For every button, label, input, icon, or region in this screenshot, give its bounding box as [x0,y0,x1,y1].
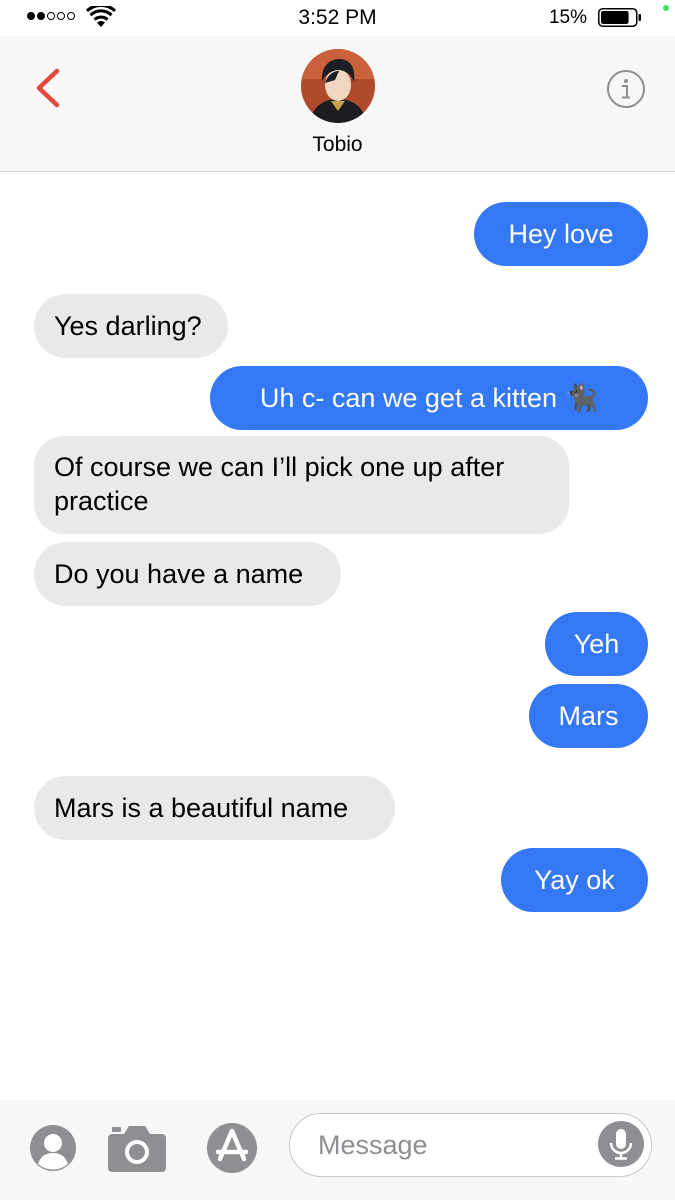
message-field[interactable] [289,1113,652,1177]
message-bubble-received[interactable]: Yes darling? [34,294,228,358]
contact-avatar[interactable] [301,49,375,123]
message-bubble-sent[interactable]: Yay ok [501,848,648,912]
message-bubble-received[interactable]: Mars is a beautiful name [34,776,395,840]
message-bubble-received[interactable]: Of course we can I’ll pick one up after … [34,436,569,534]
battery-icon [598,8,641,27]
info-icon[interactable] [606,69,646,109]
battery-percentage: 15% [548,7,587,28]
message-bubble-sent[interactable]: Uh c- can we get a kitten 🐈‍⬛ [210,366,648,430]
status-bar: 3:52 PM 15% [0,0,675,36]
battery-level-fill [601,11,629,24]
app-store-icon[interactable] [201,1122,263,1174]
contact-name[interactable]: Tobio [0,133,675,157]
message-bubble-received[interactable]: Do you have a name [34,542,341,606]
message-bubble-sent[interactable]: Hey love [474,202,648,266]
message-input-bar [0,1100,675,1200]
microphone-icon[interactable] [598,1121,644,1167]
camera-icon[interactable] [108,1122,166,1174]
contact-icon[interactable] [29,1124,77,1172]
chevron-left-icon[interactable] [30,66,66,110]
message-bubble-sent[interactable]: Yeh [545,612,648,676]
conversation-header: Tobio [0,36,675,172]
camera-in-use-indicator [663,5,669,11]
message-bubble-sent[interactable]: Mars [529,684,648,748]
message-input[interactable] [316,1124,590,1166]
